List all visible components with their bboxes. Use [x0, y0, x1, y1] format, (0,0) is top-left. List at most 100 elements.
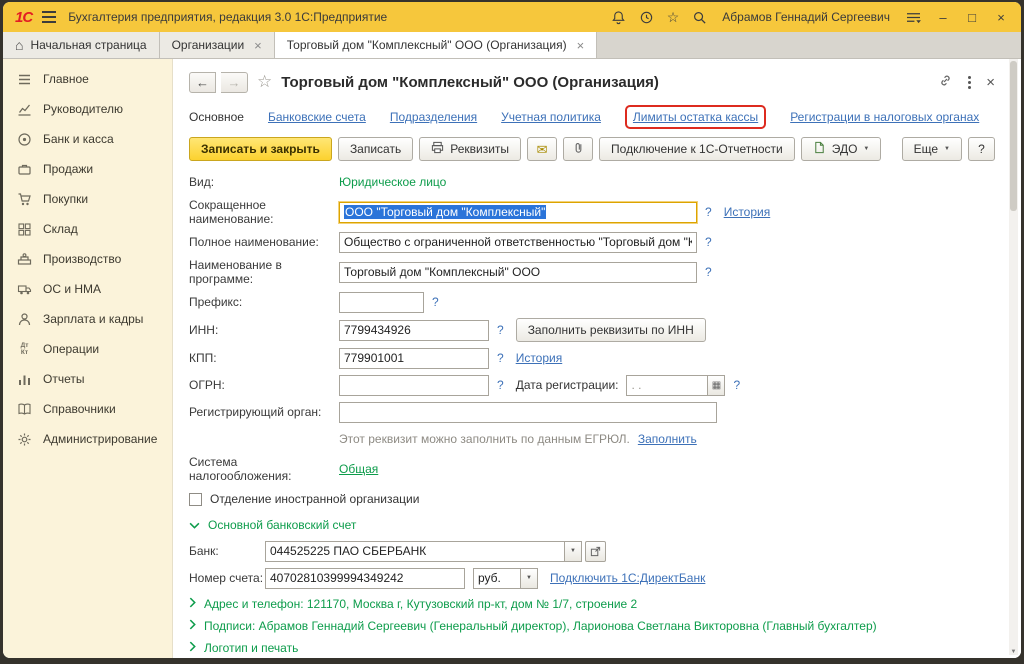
kpp-input[interactable]: [339, 348, 489, 369]
edo-button[interactable]: ЭДО ▼: [801, 137, 882, 161]
egrul-fill-link[interactable]: Заполнить: [638, 432, 697, 446]
search-icon[interactable]: [692, 10, 707, 25]
program-name-input[interactable]: [339, 262, 697, 283]
help-mark[interactable]: ?: [733, 378, 740, 392]
currency-input[interactable]: [473, 568, 521, 589]
dropdown-icon[interactable]: ▼: [521, 568, 538, 589]
bank-account-section-toggle[interactable]: Основной банковский счет: [189, 518, 995, 532]
forward-button[interactable]: →: [221, 72, 248, 93]
sidebar-item-bank-kassa[interactable]: Банк и касса: [3, 124, 172, 154]
more-button[interactable]: Еще ▼: [902, 137, 962, 161]
service-settings-icon[interactable]: [905, 11, 922, 24]
account-number-input[interactable]: [265, 568, 465, 589]
tab-organizations[interactable]: Организации ×: [160, 32, 275, 58]
address-section-toggle[interactable]: Адрес и телефон: 121170, Москва г, Кутуз…: [189, 597, 995, 611]
minimize-button[interactable]: –: [935, 10, 951, 25]
sidebar-item-pokupki[interactable]: Покупки: [3, 184, 172, 214]
nav-accounting-policy[interactable]: Учетная политика: [501, 110, 601, 124]
logo-stamp-section-toggle[interactable]: Логотип и печать: [189, 641, 995, 655]
nav-tax-registrations[interactable]: Регистрации в налоговых органах: [790, 110, 979, 124]
close-form-button[interactable]: ×: [986, 74, 995, 91]
foreign-branch-checkbox[interactable]: [189, 493, 202, 506]
grid-boxes-icon: [16, 222, 33, 237]
kpp-history-link[interactable]: История: [516, 351, 563, 365]
machine-icon: [16, 252, 33, 267]
history-clock-icon[interactable]: [639, 10, 654, 25]
send-email-button[interactable]: ✉: [527, 137, 557, 161]
full-name-input[interactable]: [339, 232, 697, 253]
nav-bank-accounts[interactable]: Банковские счета: [268, 110, 366, 124]
nav-cash-limits[interactable]: Лимиты остатка кассы: [633, 110, 758, 124]
short-name-history-link[interactable]: История: [724, 205, 771, 219]
close-window-button[interactable]: ×: [993, 10, 1009, 25]
field-label-vid: Вид:: [189, 175, 339, 189]
tab-home[interactable]: ⌂ Начальная страница: [3, 32, 160, 58]
help-mark[interactable]: ?: [705, 235, 712, 249]
help-mark[interactable]: ?: [705, 265, 712, 279]
1c-reporting-button[interactable]: Подключение к 1С-Отчетности: [599, 137, 795, 161]
scrollbar[interactable]: ▼: [1009, 59, 1018, 655]
scrollbar-thumb[interactable]: [1010, 61, 1017, 211]
sidebar-item-zarplata-kadry[interactable]: Зарплата и кадры: [3, 304, 172, 334]
help-button[interactable]: ?: [968, 137, 995, 161]
signatures-section-toggle[interactable]: Подписи: Абрамов Геннадий Сергеевич (Ген…: [189, 619, 995, 633]
save-button[interactable]: Записать: [338, 137, 413, 161]
briefcase-icon: [16, 162, 33, 177]
sidebar-item-otchety[interactable]: Отчеты: [3, 364, 172, 394]
sidebar-item-spravochniki[interactable]: Справочники: [3, 394, 172, 424]
sidebar-item-operacii[interactable]: ДтКт Операции: [3, 334, 172, 364]
close-tab-icon[interactable]: ×: [577, 38, 585, 53]
help-mark[interactable]: ?: [497, 378, 504, 392]
tax-system-link[interactable]: Общая: [339, 462, 378, 476]
registration-date-input[interactable]: [626, 375, 708, 396]
favorites-star-icon[interactable]: ☆: [667, 10, 680, 24]
sidebar-item-rukovoditelyu[interactable]: Руководителю: [3, 94, 172, 124]
close-tab-icon[interactable]: ×: [254, 38, 262, 53]
more-menu-icon[interactable]: [968, 76, 971, 79]
vid-value-link[interactable]: Юридическое лицо: [339, 175, 446, 189]
chevron-right-icon: [189, 597, 196, 611]
fill-by-inn-button[interactable]: Заполнить реквизиты по ИНН: [516, 318, 706, 342]
sidebar-item-sklad[interactable]: Склад: [3, 214, 172, 244]
current-user[interactable]: Абрамов Геннадий Сергеевич: [722, 10, 890, 24]
sidebar-item-proizvodstvo[interactable]: Производство: [3, 244, 172, 274]
nav-main[interactable]: Основное: [189, 110, 244, 124]
main-panel: ← → ☆ Торговый дом "Комплексный" ООО (Ор…: [173, 59, 1021, 658]
sidebar-item-prodazhi[interactable]: Продажи: [3, 154, 172, 184]
organization-form: Вид: Юридическое лицо Сокращенное наимен…: [189, 171, 995, 658]
open-bank-button[interactable]: [585, 541, 606, 562]
coin-icon: [16, 132, 33, 147]
registering-authority-input[interactable]: [339, 402, 717, 423]
prefix-input[interactable]: [339, 292, 424, 313]
favorite-star-icon[interactable]: ☆: [257, 72, 272, 92]
sidebar-item-glavnoe[interactable]: Главное: [3, 64, 172, 94]
help-mark[interactable]: ?: [497, 351, 504, 365]
field-label-inn: ИНН:: [189, 323, 339, 337]
get-link-icon[interactable]: [938, 73, 953, 91]
notifications-bell-icon[interactable]: [611, 10, 626, 25]
inn-input[interactable]: [339, 320, 489, 341]
attachments-button[interactable]: [563, 137, 593, 161]
calendar-icon[interactable]: ▦: [708, 375, 725, 396]
tab-organization-card[interactable]: Торговый дом "Комплексный" ООО (Организа…: [275, 32, 597, 58]
help-mark[interactable]: ?: [705, 205, 712, 219]
directbank-link[interactable]: Подключить 1С:ДиректБанк: [550, 571, 705, 585]
back-button[interactable]: ←: [189, 72, 216, 93]
ogrn-input[interactable]: [339, 375, 489, 396]
bank-input[interactable]: [265, 541, 565, 562]
sidebar-item-administrirovanie[interactable]: Администрирование: [3, 424, 172, 454]
help-mark[interactable]: ?: [497, 323, 504, 337]
save-and-close-button[interactable]: Записать и закрыть: [189, 137, 332, 161]
requisites-button[interactable]: Реквизиты: [419, 137, 521, 161]
help-mark[interactable]: ?: [432, 295, 439, 309]
maximize-button[interactable]: □: [964, 10, 980, 25]
chevron-right-icon: [189, 641, 196, 655]
short-name-input[interactable]: ООО "Торговый дом "Комплексный": [339, 202, 697, 223]
main-menu-icon[interactable]: [42, 11, 56, 23]
sidebar-item-os-nma[interactable]: ОС и НМА: [3, 274, 172, 304]
chevron-right-icon: [189, 619, 196, 633]
dropdown-icon[interactable]: ▼: [565, 541, 582, 562]
scroll-down-arrow[interactable]: ▼: [1009, 649, 1018, 655]
chevron-down-icon: [189, 518, 200, 532]
nav-subdivisions[interactable]: Подразделения: [390, 110, 477, 124]
